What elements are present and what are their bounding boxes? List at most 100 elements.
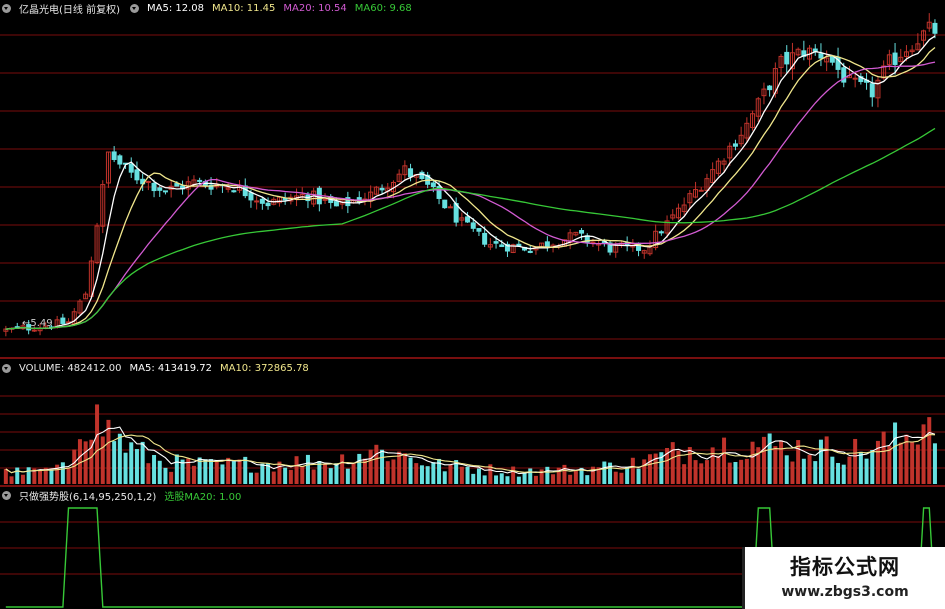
volume-bar xyxy=(471,473,476,484)
volume-bar xyxy=(545,466,550,484)
volume-bar xyxy=(744,458,749,484)
indicator-signal-value: 选股MA20: 1.00 xyxy=(164,491,242,503)
volume-bar xyxy=(271,471,276,484)
volume-bar xyxy=(870,449,875,484)
volume-bar xyxy=(818,439,823,484)
volume-bar xyxy=(750,441,755,484)
volume-bar xyxy=(357,453,362,484)
volume-bar xyxy=(847,456,852,484)
candle-body xyxy=(157,187,163,191)
watermark-badge: 指标公式网 www.zbgs3.com xyxy=(742,547,945,609)
volume-bar xyxy=(585,475,590,484)
volume-bar xyxy=(220,464,225,484)
candle-body xyxy=(447,206,453,209)
volume-bar xyxy=(528,468,533,484)
volume-bar xyxy=(716,455,721,484)
panel-toggle-icon[interactable] xyxy=(2,363,11,373)
volume-bar xyxy=(921,424,926,484)
candle-body xyxy=(117,155,123,165)
candle-body xyxy=(259,198,265,204)
candle-body xyxy=(31,329,37,332)
candle-body xyxy=(430,182,436,188)
volume-bar xyxy=(209,459,214,484)
volume-bar xyxy=(129,442,134,484)
volume-bar xyxy=(203,459,208,484)
volume-bar xyxy=(773,446,778,484)
volume-bar xyxy=(625,467,630,484)
volume-bar xyxy=(932,443,937,484)
volume-bar xyxy=(619,472,624,484)
volume-bar xyxy=(380,449,385,484)
volume-bar xyxy=(505,476,510,484)
volume-bar xyxy=(522,472,527,484)
candle-body xyxy=(145,180,151,183)
volume-bar xyxy=(20,474,25,484)
candle-body xyxy=(134,169,140,181)
price-low-annotation: ←5.49 xyxy=(22,318,53,329)
candle-body xyxy=(408,168,414,178)
volume-bar xyxy=(134,449,139,484)
volume-bar xyxy=(893,422,898,484)
candle-body xyxy=(852,77,858,80)
price-ma10-value: MA10: 11.45 xyxy=(212,2,276,14)
price-ma60-value: MA60: 9.68 xyxy=(354,2,412,14)
candle-body xyxy=(527,250,533,253)
volume-bar xyxy=(910,442,915,484)
candle-body xyxy=(784,51,790,65)
candle-body xyxy=(698,189,704,192)
volume-bar xyxy=(927,417,932,484)
volume-bar xyxy=(784,455,789,484)
price-ma5-value: MA5: 12.08 xyxy=(146,2,204,14)
volume-bar xyxy=(841,464,846,484)
candle-body xyxy=(248,192,254,201)
volume-bar xyxy=(733,461,738,484)
volume-value: VOLUME: 482412.00 xyxy=(19,362,122,374)
volume-bar xyxy=(100,436,105,484)
volume-bar xyxy=(853,438,858,484)
candle-body xyxy=(442,199,448,209)
candle-body xyxy=(197,179,203,182)
candle-body xyxy=(476,228,482,232)
volume-bar xyxy=(573,470,578,484)
volume-bar xyxy=(237,459,242,484)
volume-bar xyxy=(231,461,236,484)
price-ma10-line xyxy=(5,46,936,330)
volume-bar xyxy=(260,463,265,484)
settings-toggle-icon[interactable] xyxy=(129,3,139,13)
stock-chart[interactable] xyxy=(0,0,945,609)
volume-bar xyxy=(152,455,157,484)
panel-toggle-icon[interactable] xyxy=(2,490,11,500)
volume-bar xyxy=(226,457,231,484)
volume-bar xyxy=(533,475,538,484)
volume-bar xyxy=(408,457,413,484)
volume-bar xyxy=(761,436,766,484)
candle-body xyxy=(482,232,488,245)
candle-body xyxy=(658,231,664,234)
volume-bar xyxy=(311,469,316,484)
volume-bar xyxy=(830,456,835,484)
candlestick-series xyxy=(3,13,938,337)
volume-bar xyxy=(881,431,886,484)
volume-bar xyxy=(813,461,818,484)
volume-bar xyxy=(351,462,356,484)
volume-bar xyxy=(699,463,704,484)
volume-bar xyxy=(836,463,841,484)
candle-body xyxy=(818,53,824,59)
candle-body xyxy=(767,85,773,91)
volume-bar xyxy=(448,464,453,484)
volume-bar xyxy=(214,461,219,484)
volume-bar xyxy=(288,469,293,484)
volume-bar xyxy=(608,462,613,484)
volume-bar xyxy=(476,468,481,484)
candle-body xyxy=(544,241,550,248)
panel-toggle-icon[interactable] xyxy=(2,3,11,13)
candle-body xyxy=(579,230,585,234)
volume-bar xyxy=(340,454,345,484)
volume-bar xyxy=(864,458,869,484)
candle-body xyxy=(932,22,938,34)
candle-body xyxy=(174,183,180,187)
candle-body xyxy=(379,187,385,191)
volume-bar xyxy=(3,469,8,484)
volume-bar xyxy=(368,449,373,484)
volume-bar xyxy=(254,472,259,484)
